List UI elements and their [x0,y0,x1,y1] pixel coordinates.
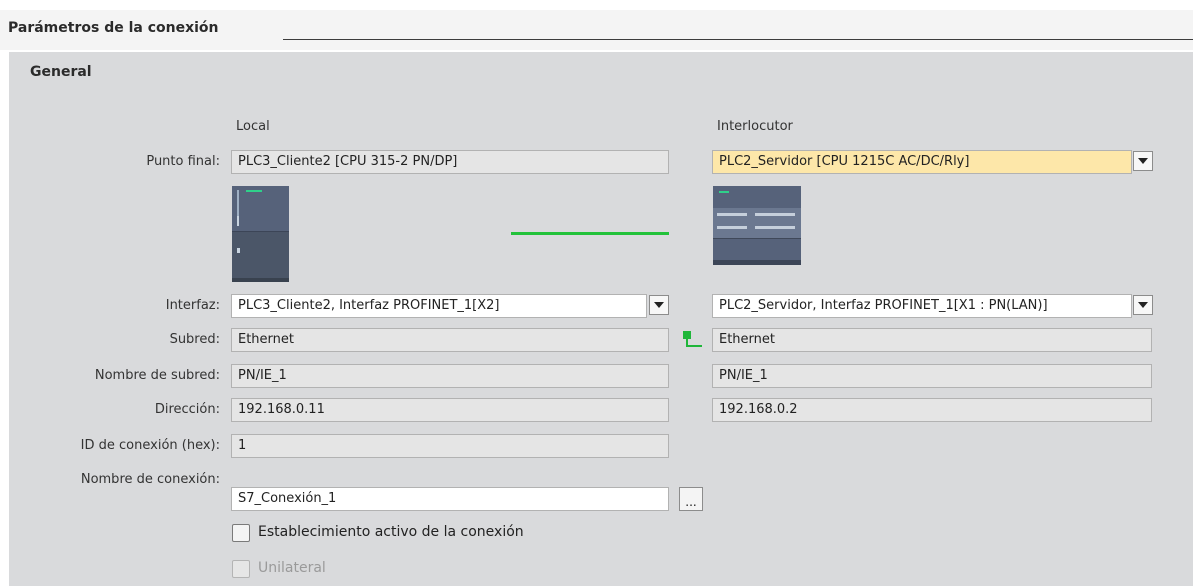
connection-name-label: Nombre de conexión: [80,472,220,487]
connection-name-input[interactable]: S7_Conexión_1 [231,487,669,511]
partner-subnet-field: Ethernet [712,328,1152,352]
local-address-field: 192.168.0.11 [231,398,669,422]
local-interface-select[interactable]: PLC3_Cliente2, Interfaz PROFINET_1[X2] [231,294,647,318]
local-interface-dropdown-button[interactable] [649,295,669,315]
active-connection-label[interactable]: Establecimiento activo de la conexión [258,524,524,540]
address-label: Dirección: [154,402,220,417]
local-endpoint-field: PLC3_Cliente2 [CPU 315-2 PN/DP] [231,150,669,174]
local-subnet-field: Ethernet [231,328,669,352]
unilateral-checkbox [232,560,250,578]
page-title: Parámetros de la conexión [8,20,219,36]
partner-endpoint-dropdown-button[interactable] [1133,151,1153,171]
ellipsis-icon: ... [685,495,697,509]
browse-button[interactable]: ... [679,487,703,511]
partner-endpoint-select[interactable]: PLC2_Servidor [CPU 1215C AC/DC/Rly] [712,150,1132,174]
subnet-name-label: Nombre de subred: [94,368,220,383]
connection-id-field: 1 [231,434,669,458]
partner-cpu-image [713,186,801,265]
connection-link-line [511,232,669,235]
header-divider [283,39,1193,40]
cpu-315-icon [232,186,289,282]
active-connection-checkbox[interactable] [232,524,250,542]
interface-label: Interfaz: [165,298,220,313]
partner-address-field: 192.168.0.2 [712,398,1152,422]
partner-subnet-name-field: PN/IE_1 [712,364,1152,388]
chevron-down-icon [654,302,664,308]
endpoint-label: Punto final: [146,154,220,169]
unilateral-label: Unilateral [258,560,326,576]
chevron-down-icon [1138,302,1148,308]
connection-id-label: ID de conexión (hex): [80,438,220,453]
partner-interface-dropdown-button[interactable] [1133,295,1153,315]
cpu-1215c-icon [713,186,801,265]
subnet-label: Subred: [169,332,220,347]
section-title-general: General [30,64,92,80]
local-subnet-name-field: PN/IE_1 [231,364,669,388]
column-header-local: Local [236,119,270,134]
local-cpu-image [232,186,289,282]
column-header-partner: Interlocutor [717,119,793,134]
partner-interface-select[interactable]: PLC2_Servidor, Interfaz PROFINET_1[X1 : … [712,294,1132,318]
chevron-down-icon [1138,158,1148,164]
network-link-icon [683,331,702,347]
